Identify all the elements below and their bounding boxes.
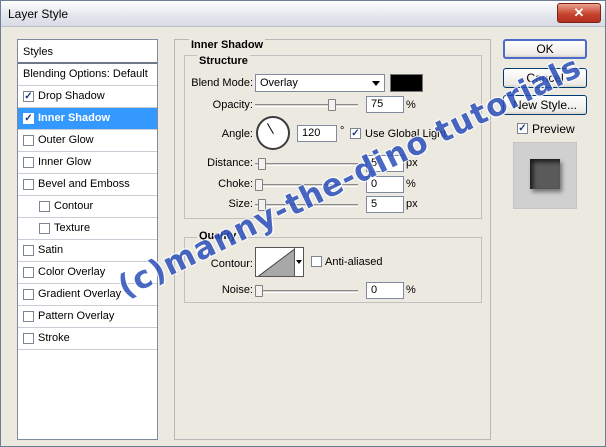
checkbox-texture[interactable] [39, 223, 50, 234]
checkbox-drop-shadow[interactable]: ✓ [23, 91, 34, 102]
opacity-label: Opacity: [212, 99, 253, 111]
style-item-label: Satin [38, 244, 64, 256]
style-item-label: Stroke [38, 332, 70, 344]
noise-slider[interactable] [255, 285, 358, 297]
use-global-light-checkbox[interactable]: ✓ [350, 128, 361, 139]
style-item-label: Drop Shadow [38, 90, 105, 102]
dialog-title: Layer Style [8, 7, 69, 21]
chevron-down-icon [372, 81, 380, 86]
style-item-label: Pattern Overlay [38, 310, 115, 322]
contour-dropdown[interactable] [294, 247, 304, 277]
checkbox-outer-glow[interactable] [23, 135, 34, 146]
blend-mode-value: Overlay [260, 77, 298, 89]
noise-unit: % [406, 284, 416, 296]
anti-aliased-label: Anti-aliased [325, 256, 383, 268]
styles-header[interactable]: Styles [18, 40, 157, 64]
shadow-color-swatch[interactable] [390, 74, 423, 92]
slider-thumb[interactable] [328, 99, 337, 111]
check-icon: ✓ [24, 113, 33, 124]
preview-checkbox[interactable]: ✓ [517, 123, 528, 134]
style-item-label: Outer Glow [38, 134, 94, 146]
size-input[interactable]: 5 [366, 196, 404, 213]
checkbox-satin[interactable] [23, 245, 34, 256]
close-icon: ✕ [573, 5, 585, 20]
slider-track [255, 104, 358, 107]
choke-unit: % [406, 178, 416, 190]
style-item-contour[interactable]: Contour [18, 196, 157, 218]
check-icon: ✓ [24, 91, 33, 102]
size-unit: px [406, 198, 418, 210]
style-item-label: Inner Shadow [38, 112, 111, 124]
style-item-label: Texture [54, 222, 91, 234]
checkbox-inner-shadow[interactable]: ✓ [23, 113, 34, 124]
check-icon: ✓ [351, 128, 360, 139]
style-item-bevel-emboss[interactable]: Bevel and Emboss [18, 174, 157, 196]
angle-input[interactable]: 120 [297, 125, 337, 142]
style-item-inner-shadow[interactable]: ✓ Inner Shadow [18, 108, 157, 130]
blending-options-item[interactable]: Blending Options: Default [18, 64, 157, 86]
styles-list: Styles Blending Options: Default ✓ Drop S… [17, 39, 158, 440]
style-item-pattern-overlay[interactable]: Pattern Overlay [18, 306, 157, 328]
contour-curve-icon [257, 248, 294, 276]
style-item-satin[interactable]: Satin [18, 240, 157, 262]
style-item-label: Bevel and Emboss [38, 178, 130, 190]
angle-label: Angle: [221, 128, 253, 140]
style-item-drop-shadow[interactable]: ✓ Drop Shadow [18, 86, 157, 108]
noise-input[interactable]: 0 [366, 282, 404, 299]
structure-title: Structure [197, 55, 250, 67]
angle-hand [267, 123, 274, 134]
slider-thumb[interactable] [255, 179, 263, 191]
style-item-outer-glow[interactable]: Outer Glow [18, 130, 157, 152]
style-item-stroke[interactable]: Stroke [18, 328, 157, 350]
preview-label: Preview [532, 122, 575, 136]
style-item-label: Gradient Overlay [38, 288, 122, 300]
style-item-texture[interactable]: Texture [18, 218, 157, 240]
opacity-slider[interactable] [255, 99, 358, 111]
noise-label: Noise: [221, 284, 253, 296]
style-preview-thumbnail [513, 142, 577, 209]
style-item-label: Inner Glow [38, 156, 92, 168]
style-item-label: Contour [54, 200, 94, 212]
angle-dial[interactable] [256, 116, 290, 150]
preview-square [530, 159, 560, 189]
style-item-inner-glow[interactable]: Inner Glow [18, 152, 157, 174]
check-icon: ✓ [518, 123, 527, 134]
inner-shadow-title: Inner Shadow [189, 39, 266, 51]
slider-track [255, 290, 358, 293]
checkbox-contour[interactable] [39, 201, 50, 212]
choke-label: Choke: [218, 178, 253, 190]
opacity-unit: % [406, 99, 416, 111]
style-item-label: Color Overlay [38, 266, 106, 278]
contour-picker[interactable] [255, 247, 295, 277]
checkbox-bevel-emboss[interactable] [23, 179, 34, 190]
checkbox-pattern-overlay[interactable] [23, 311, 34, 322]
distance-label: Distance: [207, 157, 253, 169]
anti-aliased-checkbox[interactable] [311, 256, 322, 267]
close-button[interactable]: ✕ [557, 3, 601, 23]
checkbox-color-overlay[interactable] [23, 267, 34, 278]
blend-mode-label: Blend Mode: [191, 77, 253, 89]
title-bar[interactable]: Layer Style ✕ [1, 1, 605, 27]
angle-unit: ° [340, 125, 345, 137]
checkbox-gradient-overlay[interactable] [23, 289, 34, 300]
layer-style-dialog: Layer Style ✕ Styles Blending Options: D… [0, 0, 606, 447]
blend-mode-select[interactable]: Overlay [255, 74, 385, 92]
slider-thumb[interactable] [255, 285, 263, 297]
checkbox-stroke[interactable] [23, 333, 34, 344]
slider-thumb[interactable] [258, 158, 266, 170]
checkbox-inner-glow[interactable] [23, 157, 34, 168]
opacity-input[interactable]: 75 [366, 96, 404, 113]
chevron-down-icon [296, 260, 302, 264]
